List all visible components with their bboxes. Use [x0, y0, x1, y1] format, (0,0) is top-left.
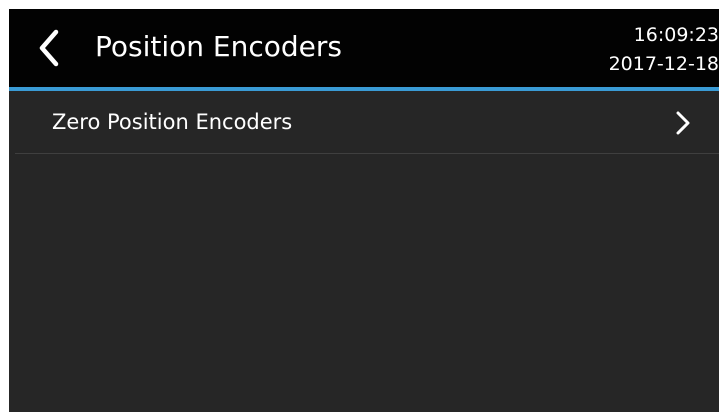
list-item-label: Zero Position Encoders	[52, 110, 293, 134]
menu-list: Zero Position Encoders	[9, 91, 719, 154]
clock-time: 16:09:23	[633, 24, 719, 46]
list-item-zero-position-encoders[interactable]: Zero Position Encoders	[15, 91, 719, 154]
header-bar: Position Encoders 16:09:23 2017-12-18	[9, 9, 719, 87]
clock: 16:09:23 2017-12-18	[579, 21, 719, 79]
chevron-right-icon	[676, 111, 690, 135]
chevron-left-icon	[39, 29, 59, 67]
page-title: Position Encoders	[95, 30, 342, 63]
screen: Position Encoders 16:09:23 2017-12-18 Ze…	[9, 9, 719, 412]
back-button[interactable]	[27, 23, 71, 73]
clock-date: 2017-12-18	[608, 53, 719, 75]
